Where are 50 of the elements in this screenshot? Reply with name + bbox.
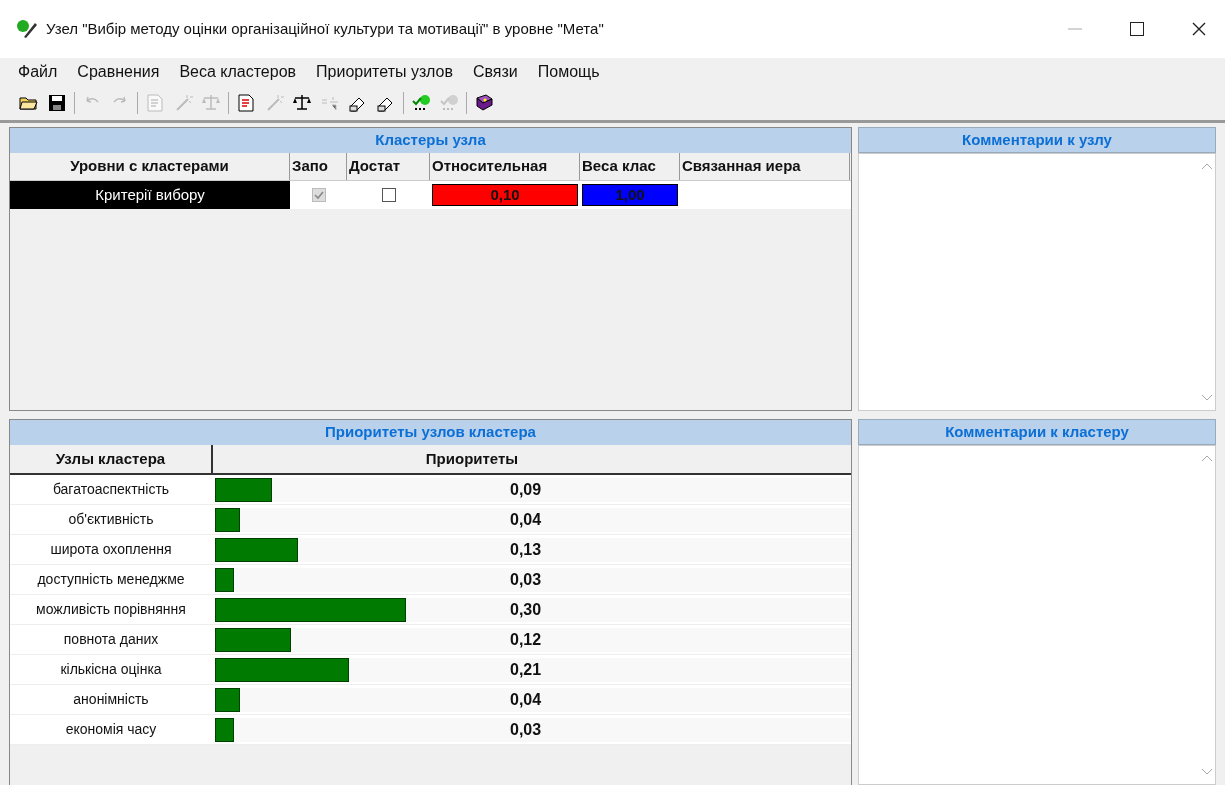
menu-item[interactable]: Сравнения [69, 59, 168, 84]
table-cell-text: 0,04 [510, 509, 542, 530]
table-cell-text: можливість порівняння [35, 600, 187, 619]
panel-header: Кластеры узла [10, 128, 851, 153]
table-cell-text: 0,12 [510, 629, 542, 650]
table-cell-text: 0,13 [510, 539, 542, 560]
column-header[interactable]: Связанная иера [680, 153, 850, 180]
document-icon[interactable] [235, 91, 257, 114]
column-header[interactable]: Узлы кластера [10, 445, 213, 473]
window-title: Узел "Вибір методу оцінки організаційної культури та мотивації" в уровне "Мета" [46, 18, 604, 39]
scroll-down-icon[interactable] [1200, 394, 1213, 402]
menu-item[interactable]: Веса кластеров [171, 59, 305, 84]
table-cell-text: 0,04 [510, 689, 542, 710]
table-cell[interactable]: Критерії вибору [10, 181, 290, 209]
value-cell[interactable]: 0,10 [432, 184, 578, 206]
table-cell-text: доступність менеджме [36, 570, 186, 589]
menu-item[interactable]: Файл [10, 59, 66, 84]
table-cell-text: 0,21 [510, 659, 542, 680]
table-cell-text: повнота даних [62, 630, 160, 649]
column-header[interactable]: Относительная [430, 153, 580, 180]
table-cell-text: багатоаспектність [51, 480, 171, 499]
scroll-up-icon[interactable] [1200, 454, 1213, 462]
panel-header: Комментарии к узлу [858, 127, 1216, 153]
column-header[interactable]: Достат [347, 153, 430, 180]
close-icon[interactable] [1191, 21, 1207, 37]
menu-item[interactable]: Связи [465, 59, 526, 84]
table-cell-text: 0,03 [510, 569, 542, 590]
table-cell-text: кількісна оцінка [59, 660, 163, 679]
comment-field[interactable] [858, 445, 1216, 785]
panel-header: Комментарии к кластеру [858, 419, 1216, 445]
checkbox[interactable] [381, 188, 396, 202]
table-cell-text: 0,09 [510, 479, 542, 500]
column-header[interactable]: Запо [290, 153, 347, 180]
column-header[interactable]: Веса клас [580, 153, 680, 180]
menu-item[interactable]: Приоритеты узлов [308, 59, 461, 84]
table-cell-text: широта охоплення [49, 540, 173, 559]
panel-header: Приоритеты узлов кластера [10, 420, 851, 445]
scroll-up-icon[interactable] [1200, 162, 1213, 170]
menu-item[interactable]: Помощь [529, 59, 608, 84]
column-header[interactable]: Приоритеты [213, 445, 851, 473]
table-cell-text: економія часу [64, 720, 158, 739]
table-cell-text: 0,03 [510, 719, 542, 740]
column-header[interactable]: Уровни с кластерами [10, 153, 290, 180]
maximize-icon[interactable] [1129, 21, 1145, 37]
comment-field[interactable] [858, 153, 1216, 411]
table-cell-text: анонімність [72, 690, 150, 709]
table-cell-text: 0,30 [510, 599, 542, 620]
table-cell-text: об'єктивність [67, 510, 155, 529]
scroll-down-icon[interactable] [1200, 768, 1213, 776]
app-icon [16, 19, 38, 39]
